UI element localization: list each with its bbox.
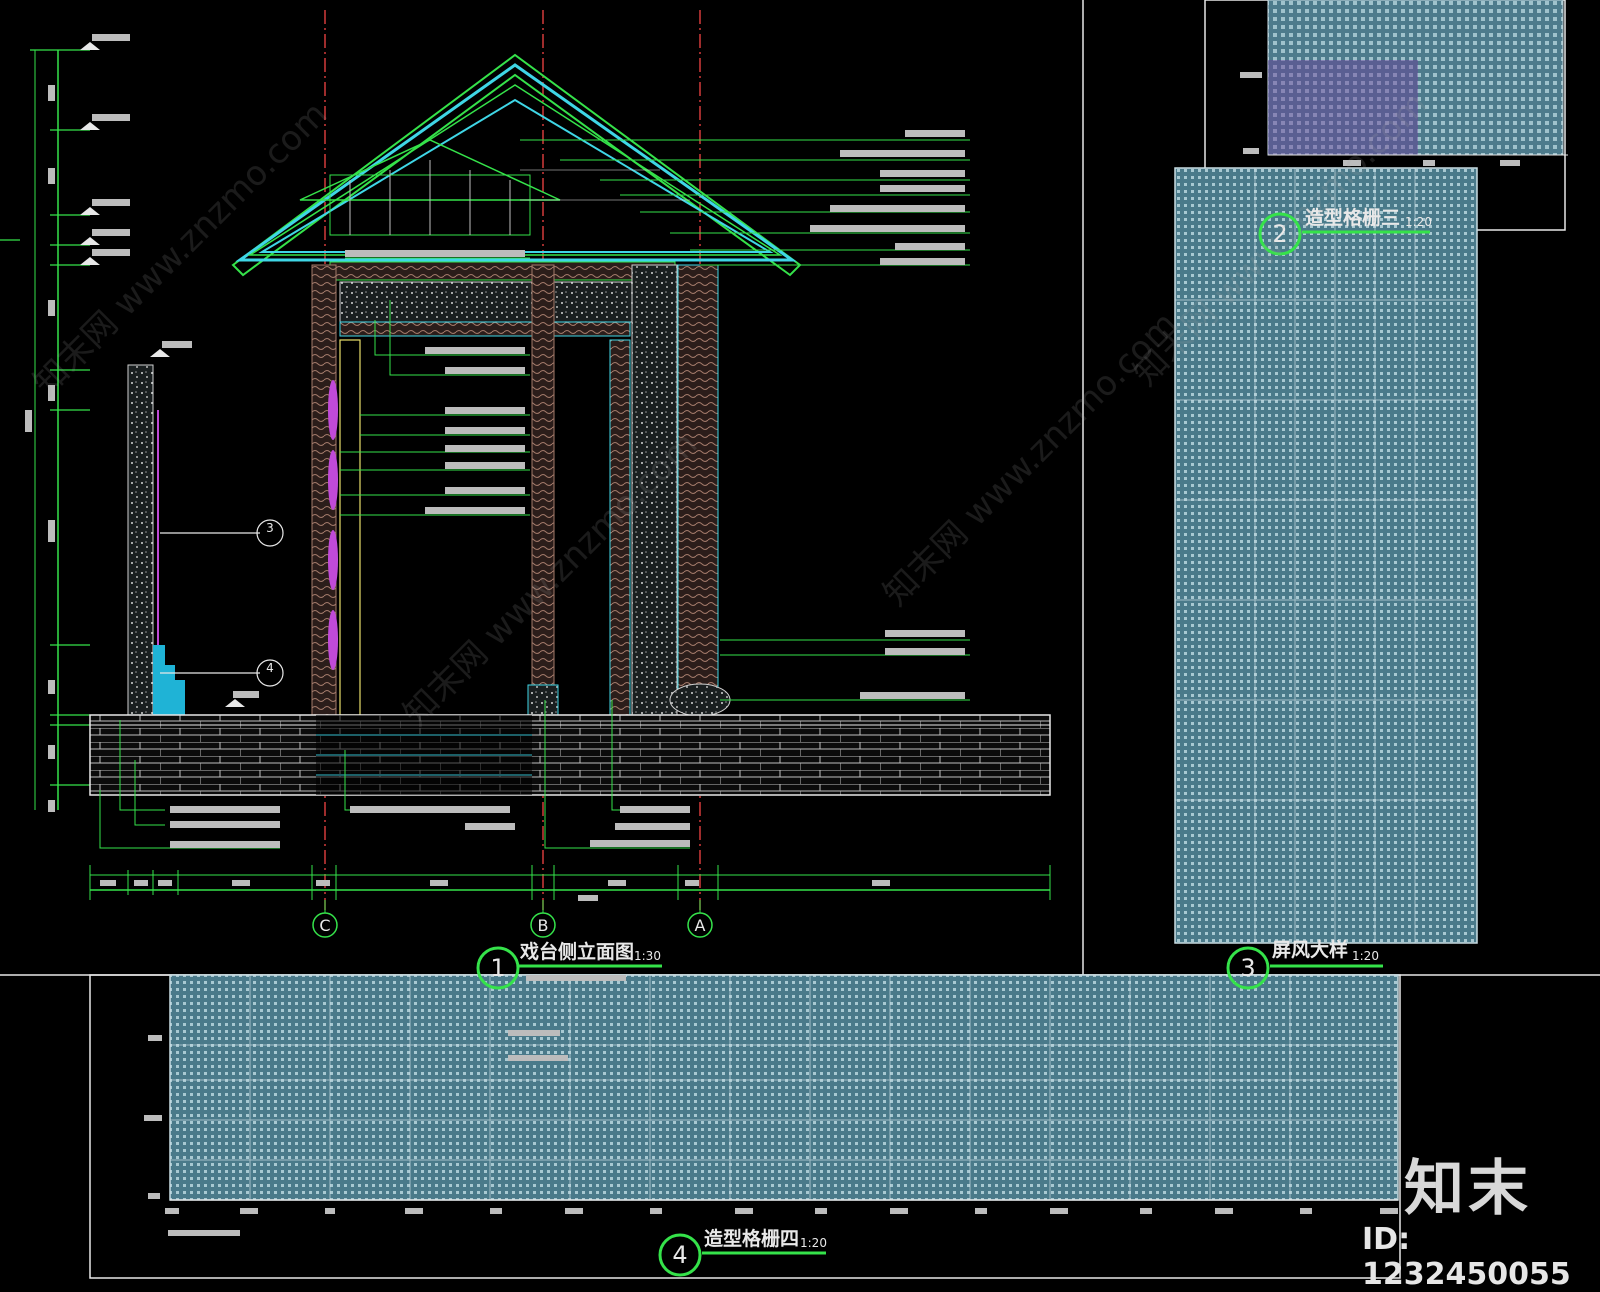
svg-text:4: 4 [266,661,274,675]
axis-bubbles [312,900,713,938]
platform-base [89,714,1051,796]
door-frame [339,339,361,716]
drawing-scale: 1:20 [800,1236,827,1250]
leader-text-right [810,130,965,699]
column-base-b [527,684,559,716]
drawing-title-4: 4 造型格栅四 1:20 [658,1227,827,1277]
watermark-id: ID: 1232450055 [1362,1222,1571,1292]
side-wall-steps [153,645,185,715]
axis-label-c: C [319,916,330,935]
axis-label-a: A [695,916,706,935]
drawing-title: 造型格栅四 [704,1227,799,1250]
detail-callouts [160,519,284,687]
grille-four-panel [144,974,1399,1236]
elevation-ticks [0,49,90,786]
elevation-drawing: 3 4 [0,10,1051,910]
level-text [92,34,259,698]
drawing-scale: 1:30 [634,949,661,963]
drawing-scale: 1:20 [1405,215,1432,229]
watermark-brand: 知末 [1404,1154,1532,1224]
detail-callout-numbers: 3 4 [266,521,274,675]
side-wall [127,364,154,716]
level-markers [80,42,245,707]
axis-labels: C B A [319,916,705,935]
leader-text-bottom [170,806,690,848]
drawing-scale: 1:20 [1352,949,1379,963]
drawing-number: 3 [1240,954,1255,982]
drawing-title: 戏台侧立面图 [519,940,634,963]
drawing-number: 4 [672,1241,687,1269]
column-a [677,264,719,691]
svg-text:3: 3 [266,521,274,535]
axis-label-b: B [538,916,549,935]
column-b [531,264,555,716]
drawing-title: 屏风大样 [1272,938,1348,961]
dim-text-vertical [25,85,55,812]
drawing-number: 1 [490,954,505,982]
